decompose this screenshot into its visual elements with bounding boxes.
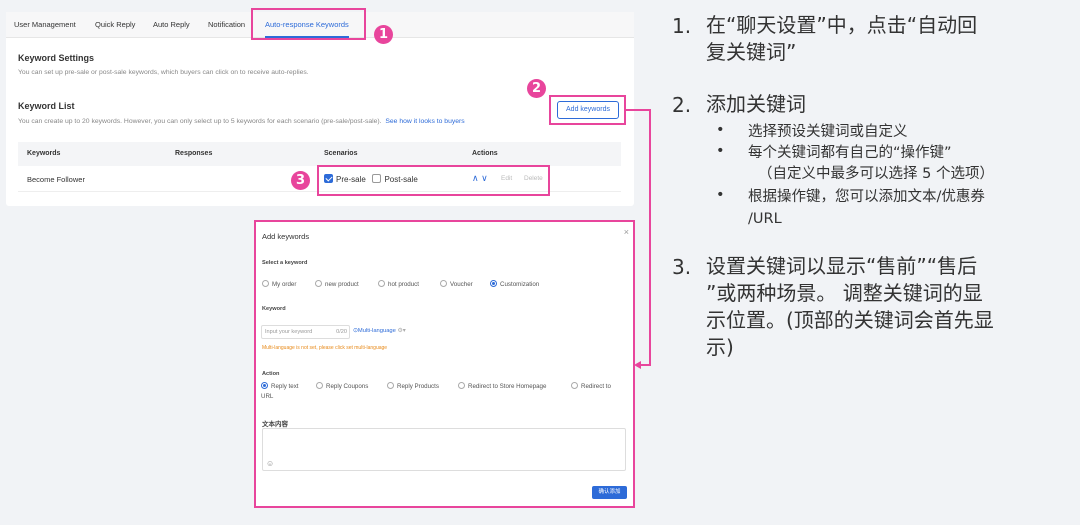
step3-line3: 示位置。(顶部的关键词会首先显: [706, 308, 994, 332]
radio-icon: [315, 280, 322, 287]
keyword-label: Keyword: [262, 306, 286, 312]
step3-line4: 示): [706, 335, 734, 359]
action-redirect-url[interactable]: Redirect to: [571, 382, 611, 390]
action-label: Action: [262, 371, 280, 377]
step3-line1: 设置关键词以显示“售前”“售后: [706, 254, 978, 278]
option-label: Reply Coupons: [326, 383, 369, 390]
option-label: My order: [272, 281, 297, 288]
step3-number: 3.: [672, 255, 692, 279]
multi-language-label: Multi-language: [357, 328, 396, 334]
option-hot-product[interactable]: hot product: [378, 280, 419, 288]
close-icon[interactable]: ×: [624, 227, 629, 237]
keyword-input[interactable]: Input your keyword 0/20: [261, 325, 350, 339]
step1-line1: 在“聊天设置”中，点击“自动回: [706, 13, 978, 37]
content-textarea[interactable]: ☺: [262, 428, 626, 471]
option-my-order[interactable]: My order: [262, 280, 296, 288]
step2-title: 添加关键词: [706, 92, 806, 116]
option-label: new product: [325, 281, 359, 288]
option-new-product[interactable]: new product: [315, 280, 359, 288]
action-reply-coupons[interactable]: Reply Coupons: [316, 382, 368, 390]
action-url-wrap: URL: [261, 393, 274, 400]
step2-bullet2-cont: （自定义中最多可以选择 5 个选项）: [758, 166, 994, 182]
action-reply-text[interactable]: Reply text: [261, 382, 299, 390]
option-voucher[interactable]: Voucher: [440, 280, 473, 288]
settings-icon[interactable]: ⚙▾: [398, 328, 406, 334]
modal-title: Add keywords: [262, 232, 310, 241]
option-label: Redirect to: [581, 383, 611, 390]
step1-line2: 复关键词”: [706, 40, 797, 64]
radio-icon: [571, 382, 578, 389]
radio-selected-icon: [490, 280, 497, 287]
select-keyword-label: Select a keyword: [262, 260, 308, 266]
option-label: Customization: [500, 281, 540, 288]
option-label: Redirect to Store Homepage: [468, 383, 547, 390]
action-redirect-homepage[interactable]: Redirect to Store Homepage: [458, 382, 546, 390]
multi-language-link[interactable]: ⊙Multi-language ⚙▾: [353, 328, 406, 334]
multi-language-warning: Multi-language is not set, please click …: [262, 345, 388, 351]
step2-bullet3-cont: /URL: [748, 211, 782, 227]
radio-icon: [378, 280, 385, 287]
bullet-dot: •: [716, 122, 725, 138]
option-label: hot product: [388, 281, 419, 288]
content-label: 文本内容: [262, 420, 288, 428]
bullet-dot: •: [716, 143, 725, 159]
keyword-counter: 0/20: [336, 329, 347, 335]
step1-number: 1.: [672, 14, 692, 38]
step2-number: 2.: [672, 93, 692, 117]
action-reply-products[interactable]: Reply Products: [387, 382, 439, 390]
radio-icon: [458, 382, 465, 389]
bullet-dot: •: [716, 187, 725, 203]
emoji-icon[interactable]: ☺: [266, 459, 274, 468]
option-customization[interactable]: Customization: [490, 280, 539, 288]
radio-icon: [316, 382, 323, 389]
step2-bullet3: 根据操作键，您可以添加文本/优惠券: [748, 189, 985, 205]
keyword-input-placeholder: Input your keyword: [265, 329, 313, 335]
option-label: Reply text: [271, 383, 299, 390]
radio-icon: [440, 280, 447, 287]
option-label: Reply Products: [397, 383, 439, 390]
step2-bullet1: 选择预设关键词或自定义: [748, 124, 908, 140]
step3-line2: ”或两种场景。 调整关键词的显: [706, 281, 983, 305]
radio-icon: [262, 280, 269, 287]
step2-bullet2: 每个关键词都有自己的“操作键”: [748, 145, 952, 161]
option-label: Voucher: [450, 281, 473, 288]
confirm-add-button[interactable]: 确认添加: [592, 486, 627, 499]
add-keywords-modal: Add keywords × Select a keyword My order…: [256, 222, 633, 506]
radio-icon: [387, 382, 394, 389]
radio-selected-icon: [261, 382, 268, 389]
